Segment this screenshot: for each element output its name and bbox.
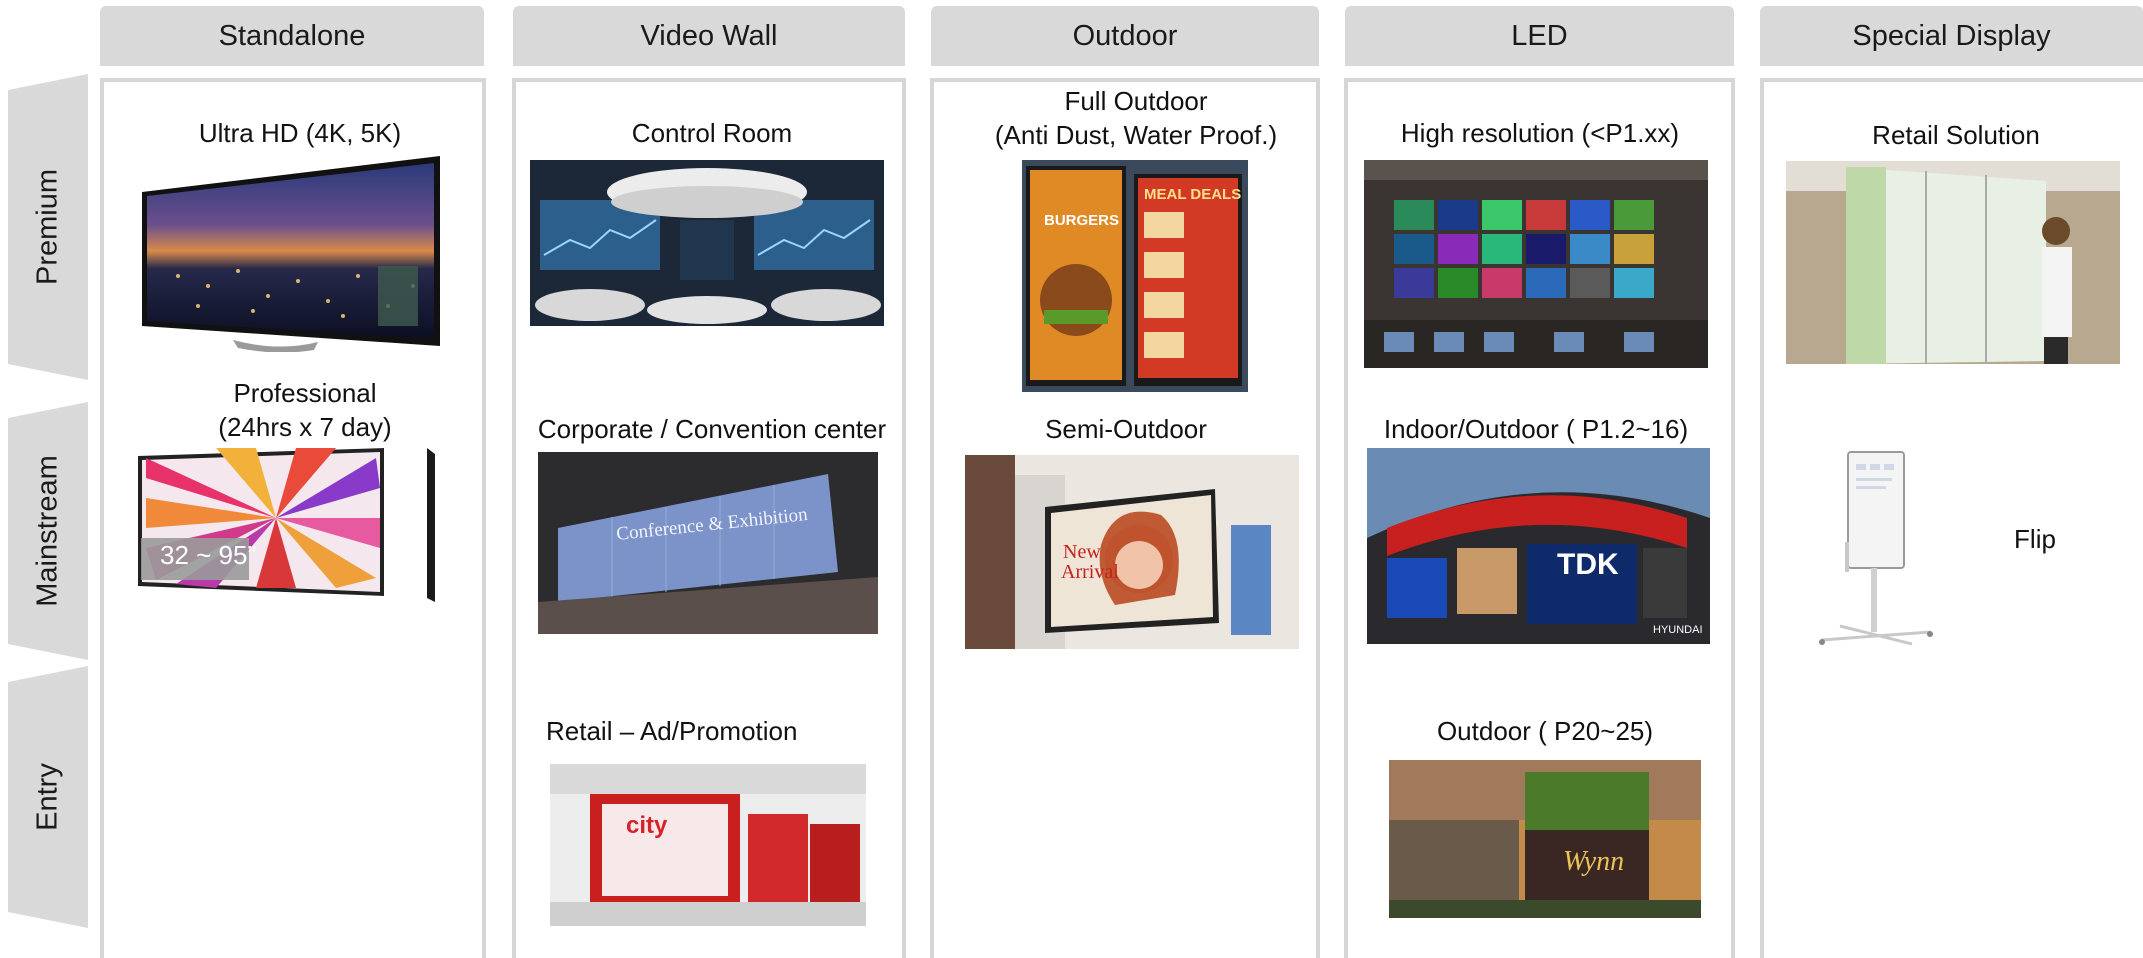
column-header-special-display: Special Display <box>1760 6 2143 66</box>
caption-indoor-outdoor: Indoor/Outdoor ( P1.2~16) <box>1383 414 1689 444</box>
row-label-entry-text: Entry <box>31 763 64 831</box>
caption-flip: Flip <box>2014 524 2056 554</box>
professional-display-side-view <box>424 446 438 606</box>
wynn-sign: Wynn <box>1563 846 1625 877</box>
column-header-video-wall: Video Wall <box>513 6 905 66</box>
caption-retail-solution: Retail Solution <box>1872 120 2040 150</box>
retail-store-image: city <box>550 764 866 926</box>
retail-solution-image <box>1786 161 2120 364</box>
caption-professional: Professional <box>233 378 377 408</box>
size-badge: 32 ~ 95” <box>160 540 257 570</box>
semi-outdoor-image: New Arrival <box>965 455 1299 649</box>
column-header-standalone: Standalone <box>100 6 484 66</box>
conference-wall-image: Conference & Exhibition <box>538 452 878 634</box>
caption-full-outdoor: Full Outdoor <box>1064 86 1208 116</box>
tdk-sign: TDK <box>1557 548 1619 581</box>
burger-sign: BURGERS <box>1044 212 1120 229</box>
caption-control-room: Control Room <box>631 118 793 148</box>
outdoor-menu-board-image: BURGERS MEAL DEALS <box>1022 160 1248 392</box>
control-room-image <box>530 160 884 326</box>
column-header-outdoor: Outdoor <box>931 6 1319 66</box>
caption-full-outdoor-spec: (Anti Dust, Water Proof.) <box>994 120 1278 150</box>
indoor-outdoor-led-image: TDK HYUNDAI <box>1367 448 1710 644</box>
caption-semi-outdoor: Semi-Outdoor <box>1045 414 1207 444</box>
meal-deals-sign: MEAL DEALS <box>1144 186 1242 203</box>
caption-ultra-hd: Ultra HD (4K, 5K) <box>198 118 402 148</box>
caption-led-outdoor: Outdoor ( P20~25) <box>1436 716 1654 746</box>
high-resolution-led-image <box>1364 160 1708 368</box>
city-sign: city <box>626 812 668 839</box>
ultra-hd-tv-image <box>138 156 442 352</box>
hyundai-sign: HYUNDAI <box>1653 624 1703 636</box>
flip-display-image <box>1812 446 1938 656</box>
row-label-mainstream: Mainstream <box>8 402 88 660</box>
column-header-led: LED <box>1345 6 1734 66</box>
row-label-mainstream-text: Mainstream <box>31 455 64 607</box>
caption-professional-24x7: (24hrs x 7 day) <box>218 412 392 442</box>
new-arrival-text-2: Arrival <box>1061 561 1119 583</box>
caption-high-resolution: High resolution (<P1.xx) <box>1400 118 1680 148</box>
row-label-entry: Entry <box>8 666 88 928</box>
caption-retail-ad: Retail – Ad/Promotion <box>546 716 798 746</box>
outdoor-led-image: Wynn <box>1389 760 1701 918</box>
row-label-premium: Premium <box>8 74 88 380</box>
professional-display-image: 32 ~ 95” <box>136 446 386 598</box>
caption-corporate: Corporate / Convention center <box>537 414 887 444</box>
row-label-premium-text: Premium <box>31 168 64 286</box>
